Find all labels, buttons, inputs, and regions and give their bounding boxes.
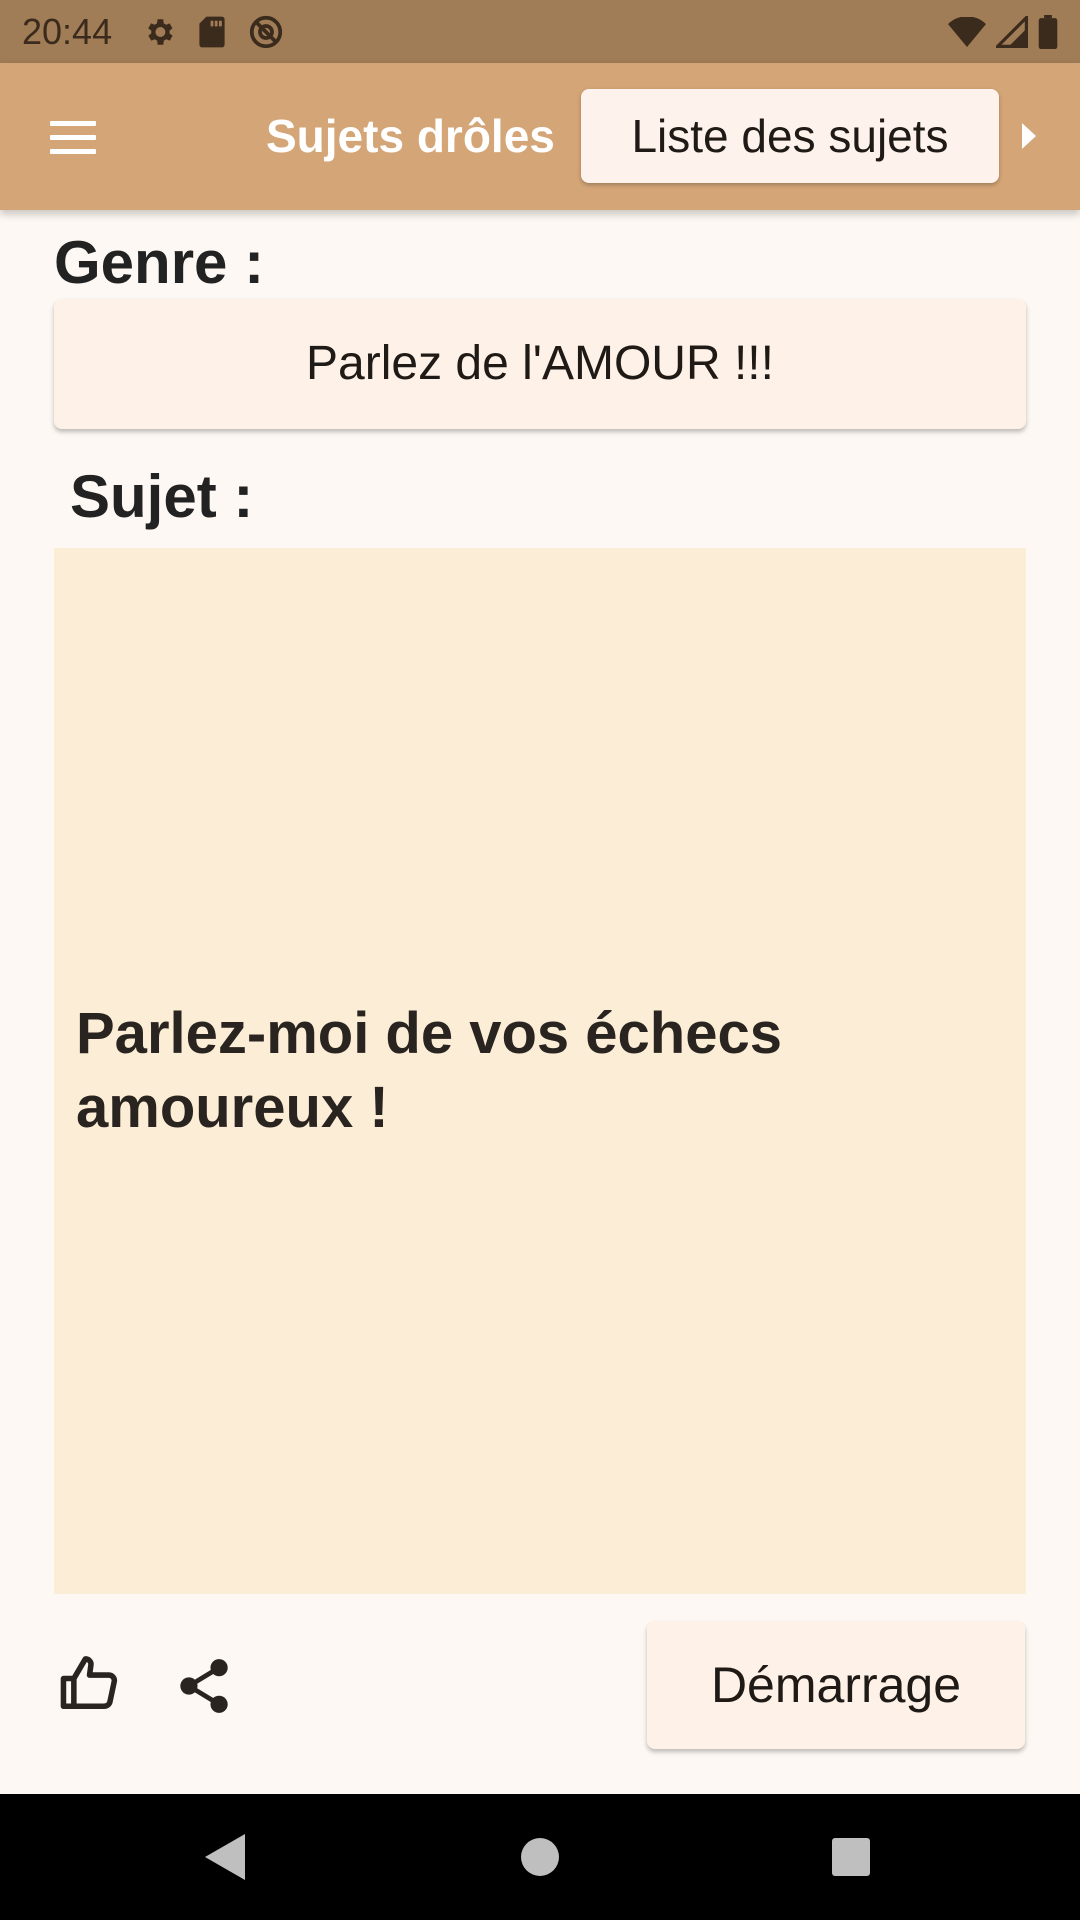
share-icon[interactable] (178, 1658, 230, 1714)
subject-label: Sujet : (70, 463, 254, 530)
arrow-right-icon[interactable] (1022, 123, 1036, 149)
recents-icon[interactable] (832, 1838, 870, 1876)
genre-label: Genre : (54, 229, 265, 296)
app-title: Sujets drôles (266, 110, 555, 162)
subject-card: Parlez-moi de vos échecs amoureux ! (54, 548, 1026, 1594)
status-icons-right (948, 14, 1058, 49)
settings-icon (142, 15, 176, 49)
status-bar: 20:44 (0, 0, 1080, 63)
back-icon[interactable] (205, 1834, 245, 1885)
home-icon[interactable] (521, 1838, 559, 1876)
status-time: 20:44 (22, 10, 113, 52)
wifi-icon (948, 16, 986, 47)
genre-button[interactable]: Parlez de l'AMOUR !!! (54, 299, 1026, 429)
start-button[interactable]: Démarrage (647, 1621, 1025, 1749)
sd-card-icon (198, 15, 226, 49)
topic-list-button[interactable]: Liste des sujets (581, 89, 999, 183)
signal-icon (996, 15, 1028, 48)
app-bar: Sujets drôles Liste des sujets (0, 63, 1080, 210)
status-icons-left (142, 14, 284, 50)
battery-icon (1038, 14, 1058, 49)
thumbs-up-icon[interactable] (60, 1654, 126, 1714)
subject-text: Parlez-moi de vos échecs amoureux ! (76, 1001, 782, 1140)
system-nav-bar (0, 1794, 1080, 1920)
hamburger-menu-icon[interactable] (40, 107, 106, 167)
no-sim-icon (248, 14, 284, 50)
